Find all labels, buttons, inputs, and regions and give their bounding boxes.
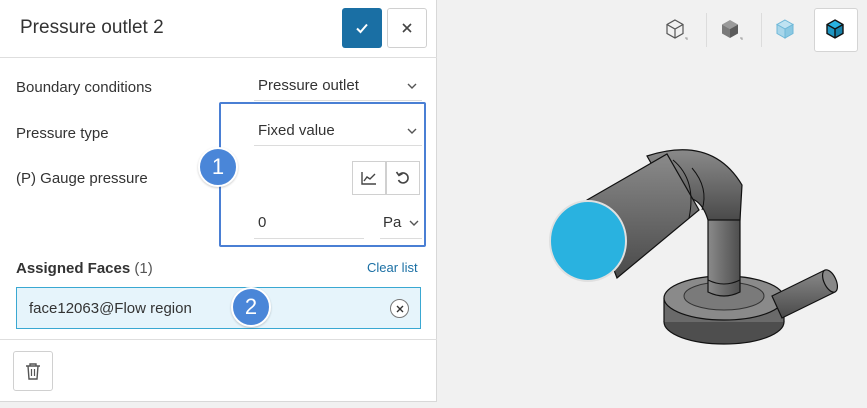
boundary-conditions-value: Pressure outlet [258, 77, 359, 94]
boundary-conditions-select[interactable]: Pressure outlet [254, 71, 422, 101]
edges-view-icon [826, 19, 844, 39]
close-button[interactable] [387, 8, 427, 48]
assigned-faces-count: (1) [134, 260, 153, 277]
edges-view-button[interactable] [814, 8, 858, 52]
annotation-badge-1: 1 [198, 147, 238, 187]
gauge-pressure-label: (P) Gauge pressure [16, 170, 148, 187]
panel-header: Pressure outlet 2 [0, 0, 437, 58]
transparent-view-button[interactable] [764, 8, 808, 52]
transparent-view-icon [775, 19, 795, 39]
boundary-condition-panel: Pressure outlet 2 Boundary conditions Pr… [0, 0, 437, 402]
face-label: face12063@Flow region [29, 300, 192, 317]
remove-face-button[interactable] [390, 299, 409, 318]
delete-button[interactable] [13, 351, 53, 391]
toolbar-separator [761, 13, 762, 47]
panel-title: Pressure outlet 2 [20, 17, 164, 38]
wireframe-view-button[interactable] [654, 8, 698, 52]
close-icon [402, 23, 412, 33]
solid-view-button[interactable] [709, 8, 753, 52]
clear-list-link[interactable]: Clear list [367, 260, 418, 275]
wireframe-view-icon [666, 19, 688, 40]
footer-divider [0, 339, 437, 340]
toolbar-separator [706, 13, 707, 47]
pressure-type-label: Pressure type [16, 125, 109, 142]
confirm-button[interactable] [342, 8, 382, 48]
list-item[interactable]: face12063@Flow region [16, 287, 421, 329]
assigned-faces-title: Assigned Faces (1) [16, 260, 153, 277]
solid-view-icon [722, 20, 743, 40]
annotation-highlight-box [219, 102, 426, 247]
assigned-faces-label: Assigned Faces [16, 260, 131, 277]
trash-icon [26, 363, 40, 380]
annotation-badge-2: 2 [231, 287, 271, 327]
viewport-model[interactable] [437, 60, 867, 408]
checkmark-icon [356, 23, 368, 34]
close-icon [396, 305, 403, 312]
boundary-conditions-label: Boundary conditions [16, 79, 152, 96]
